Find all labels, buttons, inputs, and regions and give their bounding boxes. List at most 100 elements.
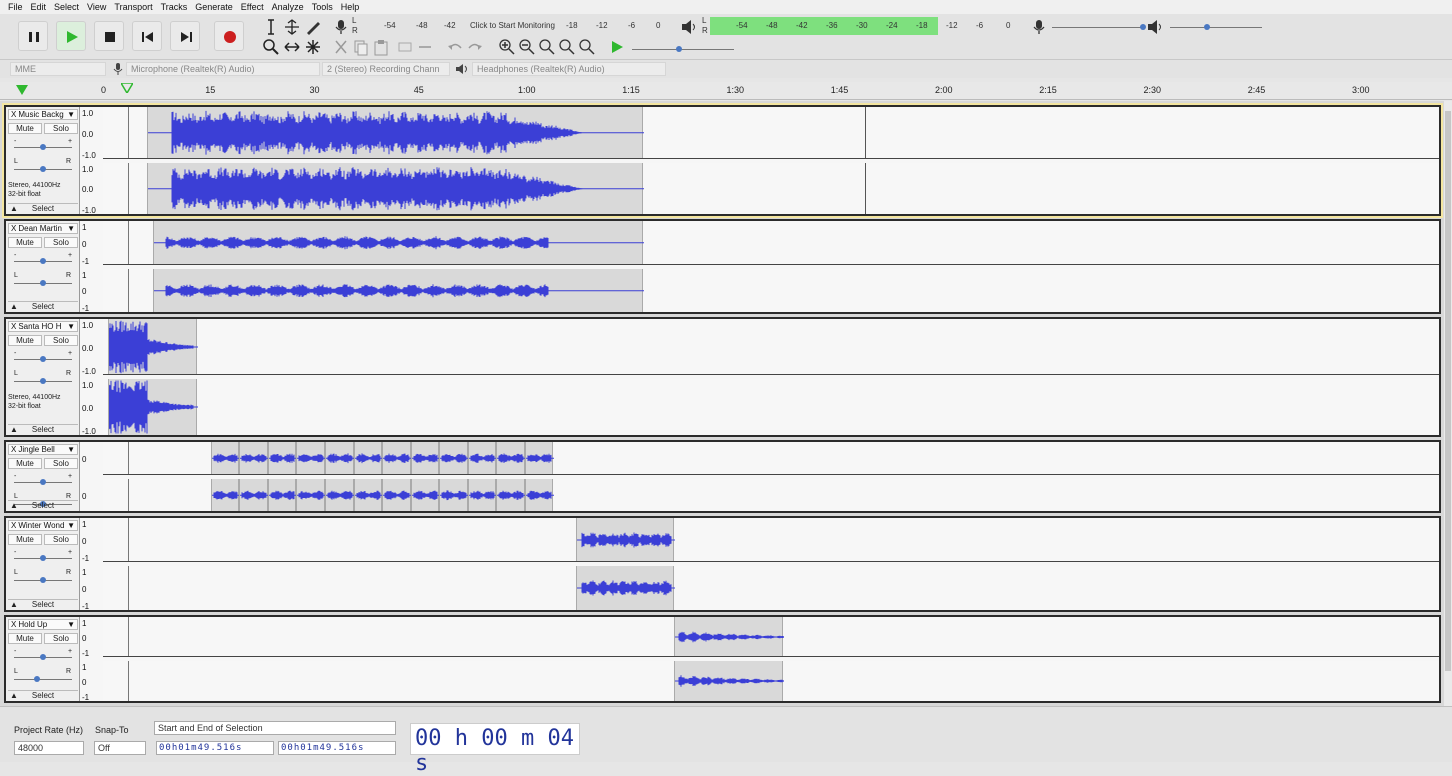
trim-icon[interactable] <box>396 38 414 56</box>
cut-icon[interactable] <box>332 38 350 56</box>
track-name-menu[interactable]: X Santa HO H ▼ <box>8 321 78 332</box>
menu-edit[interactable]: Edit <box>23 0 47 14</box>
amplitude-scale[interactable]: 1 0 -1 <box>82 271 104 315</box>
audio-clip[interactable] <box>496 478 526 511</box>
multi-tool-icon[interactable] <box>304 38 322 56</box>
amplitude-scale[interactable]: 0 <box>82 444 104 477</box>
audio-clip[interactable] <box>147 162 644 214</box>
mute-button[interactable]: Mute <box>8 633 42 644</box>
amplitude-scale[interactable]: 1 0 -1 <box>82 663 104 703</box>
gain-slider[interactable] <box>14 479 72 485</box>
close-track-button[interactable]: X <box>9 620 18 629</box>
recording-device-select[interactable]: Microphone (Realtek(R) Audio) <box>126 62 320 76</box>
skip-to-start-button[interactable] <box>132 21 162 51</box>
track-control-panel[interactable]: X Music Backg ▼ Mute Solo - + L R Stereo, … <box>6 107 80 214</box>
audio-clip[interactable] <box>411 478 440 511</box>
channel-lane[interactable] <box>103 566 1439 610</box>
skip-to-end-button[interactable] <box>170 21 200 51</box>
select-track-button[interactable]: ▲ Select <box>8 203 78 214</box>
amplitude-scale[interactable]: 1.0 0.0 -1.0 <box>82 381 104 437</box>
audio-clip[interactable] <box>411 442 440 474</box>
audio-clip[interactable] <box>325 478 355 511</box>
audio-clip[interactable] <box>211 478 240 511</box>
channel-lane[interactable] <box>103 661 1439 701</box>
audio-clip[interactable] <box>576 566 675 610</box>
close-track-button[interactable]: X <box>9 110 18 119</box>
selection-end-time[interactable]: 00h01m49.516s <box>278 741 396 755</box>
audio-clip[interactable] <box>354 442 383 474</box>
copy-icon[interactable] <box>352 38 370 56</box>
microphone-icon[interactable] <box>332 18 350 36</box>
menu-effect[interactable]: Effect <box>233 0 264 14</box>
gain-slider[interactable] <box>14 654 72 660</box>
pan-slider[interactable] <box>14 280 72 286</box>
channel-lane[interactable] <box>103 268 1439 312</box>
channel-lane[interactable] <box>103 518 1439 562</box>
track-name-menu[interactable]: X Music Backg ▼ <box>8 109 78 120</box>
select-track-button[interactable]: ▲ Select <box>8 599 78 610</box>
pan-slider[interactable] <box>14 676 72 682</box>
gain-slider[interactable] <box>14 144 72 150</box>
audio-clip[interactable] <box>439 442 469 474</box>
amplitude-scale[interactable]: 1 0 -1 <box>82 619 104 659</box>
selection-tool-icon[interactable] <box>262 18 280 36</box>
undo-icon[interactable] <box>446 38 464 56</box>
audio-clip[interactable] <box>325 442 355 474</box>
timeline-ruler[interactable]: 0 15 30 45 1:00 1:15 1:30 1:45 2:00 2:15 2:30 2:45 3… <box>0 82 1452 100</box>
select-track-button[interactable]: ▲ Select <box>8 500 78 511</box>
amplitude-scale[interactable]: 1 0 -1 <box>82 223 104 267</box>
recording-channels-select[interactable]: 2 (Stereo) Recording Chann <box>322 62 450 76</box>
select-track-button[interactable]: ▲ Select <box>8 301 78 312</box>
menu-tools[interactable]: Tools <box>304 0 333 14</box>
paste-icon[interactable] <box>372 38 390 56</box>
menu-help[interactable]: Help <box>333 0 360 14</box>
speaker-icon[interactable] <box>680 18 698 36</box>
channel-lane[interactable] <box>103 478 1439 511</box>
audio-clip[interactable] <box>674 661 784 701</box>
play-button[interactable] <box>56 21 86 51</box>
audio-clip[interactable] <box>354 478 383 511</box>
zoom-in-icon[interactable] <box>498 38 516 56</box>
selection-mode-select[interactable]: Start and End of Selection <box>154 721 396 735</box>
menu-analyze[interactable]: Analyze <box>264 0 304 14</box>
audio-track[interactable]: X Jingle Bell ▼ Mute Solo - + L R ▲ Select … <box>4 440 1441 513</box>
track-name-menu[interactable]: X Hold Up ▼ <box>8 619 78 630</box>
play-at-speed-icon[interactable] <box>608 38 626 56</box>
audio-clip[interactable] <box>525 478 554 511</box>
pan-slider[interactable] <box>14 166 72 172</box>
mute-button[interactable]: Mute <box>8 237 42 248</box>
project-rate-select[interactable]: 48000 <box>14 741 84 755</box>
solo-button[interactable]: Solo <box>44 335 78 346</box>
track-control-panel[interactable]: X Santa HO H ▼ Mute Solo - + L R Stereo, 4… <box>6 319 80 435</box>
menu-select[interactable]: Select <box>46 0 79 14</box>
mute-button[interactable]: Mute <box>8 123 42 134</box>
pan-slider[interactable] <box>14 378 72 384</box>
mute-button[interactable]: Mute <box>8 458 42 469</box>
solo-button[interactable]: Solo <box>44 633 78 644</box>
fit-project-icon[interactable] <box>558 38 576 56</box>
track-name-menu[interactable]: X Jingle Bell ▼ <box>8 444 78 455</box>
audio-clip[interactable] <box>674 617 784 656</box>
audio-clip[interactable] <box>496 442 526 474</box>
track-control-panel[interactable]: X Jingle Bell ▼ Mute Solo - + L R ▲ Select <box>6 442 80 511</box>
play-speed-slider[interactable] <box>632 46 734 52</box>
recording-volume-slider[interactable] <box>1052 24 1146 30</box>
audio-track[interactable]: X Hold Up ▼ Mute Solo - + L R ▲ Select 1 0 … <box>4 615 1441 703</box>
track-control-panel[interactable]: X Dean Martin ▼ Mute Solo - + L R ▲ Select <box>6 221 80 312</box>
audio-host-select[interactable]: MME <box>10 62 106 76</box>
pause-button[interactable] <box>18 21 48 51</box>
draw-tool-icon[interactable] <box>304 18 322 36</box>
select-track-button[interactable]: ▲ Select <box>8 690 78 701</box>
menu-tracks[interactable]: Tracks <box>153 0 188 14</box>
silence-icon[interactable] <box>416 38 434 56</box>
select-track-button[interactable]: ▲ Select <box>8 424 78 435</box>
audio-position-display[interactable]: 00 h 00 m 04 s <box>410 723 580 776</box>
gain-slider[interactable] <box>14 258 72 264</box>
vertical-scrollbar[interactable] <box>1444 101 1452 706</box>
track-control-panel[interactable]: X Winter Wond ▼ Mute Solo - + L R ▲ Select <box>6 518 80 610</box>
close-track-button[interactable]: X <box>9 224 18 233</box>
amplitude-scale[interactable]: 1.0 0.0 -1.0 <box>82 165 104 217</box>
solo-button[interactable]: Solo <box>44 534 78 545</box>
play-meter[interactable]: -54 -48 -42 -36 -30 -24 -18 -12 -6 0 <box>710 16 1020 36</box>
solo-button[interactable]: Solo <box>44 458 78 469</box>
